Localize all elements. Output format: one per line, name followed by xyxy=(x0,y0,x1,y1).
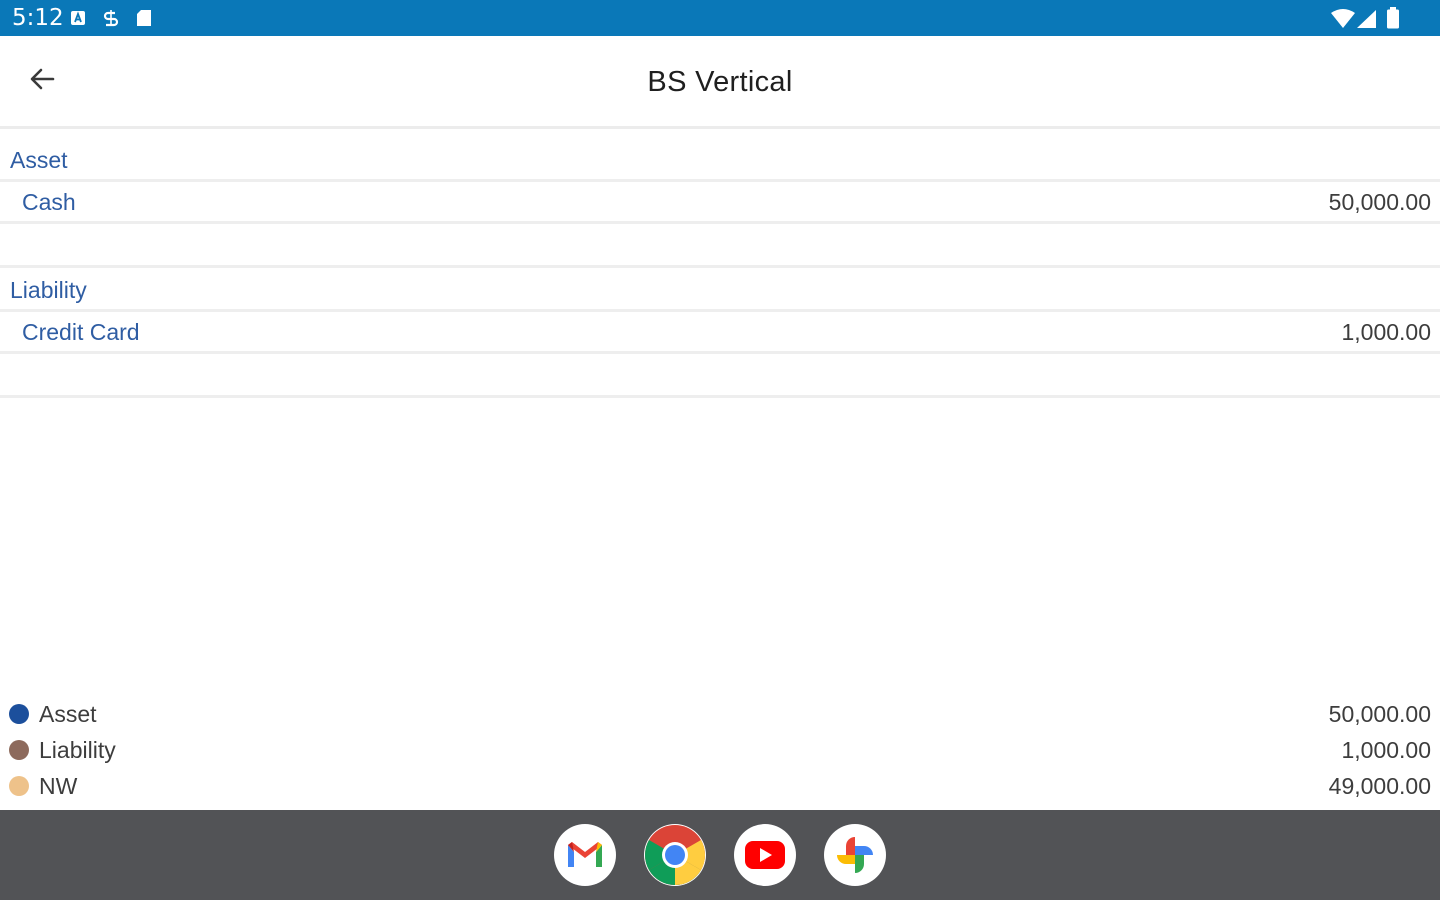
youtube-icon xyxy=(745,841,785,869)
section-header-label: Asset xyxy=(10,147,68,173)
chrome-icon xyxy=(644,825,706,886)
account-row-cash[interactable]: Cash 50,000.00 xyxy=(0,182,1440,224)
gmail-icon xyxy=(568,842,602,867)
photos-app-button[interactable] xyxy=(824,824,886,886)
notification-a-icon xyxy=(71,11,85,25)
legend-value: 49,000.00 xyxy=(1328,773,1431,799)
legend-value: 50,000.00 xyxy=(1328,701,1431,727)
wifi-icon xyxy=(1331,9,1355,28)
account-name: Cash xyxy=(22,189,76,215)
section-header-asset: Asset xyxy=(0,140,1440,182)
section-header-liability: Liability xyxy=(0,270,1440,312)
legend-row-asset: Asset 50,000.00 xyxy=(0,699,1440,735)
status-bar: 5:12 xyxy=(0,0,1440,36)
legend-label: Asset xyxy=(39,701,97,727)
battery-icon xyxy=(1387,7,1399,29)
gmail-app-button[interactable] xyxy=(554,824,616,886)
legend-dot xyxy=(9,704,29,724)
legend-row-liability: Liability 1,000.00 xyxy=(0,735,1440,771)
legend-dot xyxy=(9,740,29,760)
app-bar: BS Vertical xyxy=(0,36,1440,129)
photos-icon xyxy=(837,837,873,873)
section-spacer xyxy=(0,224,1440,268)
legend-label: Liability xyxy=(39,737,116,763)
legend-value: 1,000.00 xyxy=(1341,737,1431,763)
sd-card-icon xyxy=(137,10,151,26)
page-title: BS Vertical xyxy=(647,66,793,98)
legend-label: NW xyxy=(39,773,78,799)
section-spacer xyxy=(0,354,1440,398)
account-value: 50,000.00 xyxy=(1328,189,1431,215)
section-header-label: Liability xyxy=(10,277,87,303)
status-time: 5:12 xyxy=(12,5,64,31)
cellular-signal-icon xyxy=(1357,10,1376,28)
youtube-app-button[interactable] xyxy=(734,824,796,886)
account-value: 1,000.00 xyxy=(1341,319,1431,345)
account-name: Credit Card xyxy=(22,319,140,345)
chrome-app-button[interactable] xyxy=(644,824,706,886)
legend-row-nw: NW 49,000.00 xyxy=(0,771,1440,807)
notification-s-icon xyxy=(103,10,119,27)
legend-dot xyxy=(9,776,29,796)
account-row-credit-card[interactable]: Credit Card 1,000.00 xyxy=(0,312,1440,354)
app-dock xyxy=(0,810,1440,900)
